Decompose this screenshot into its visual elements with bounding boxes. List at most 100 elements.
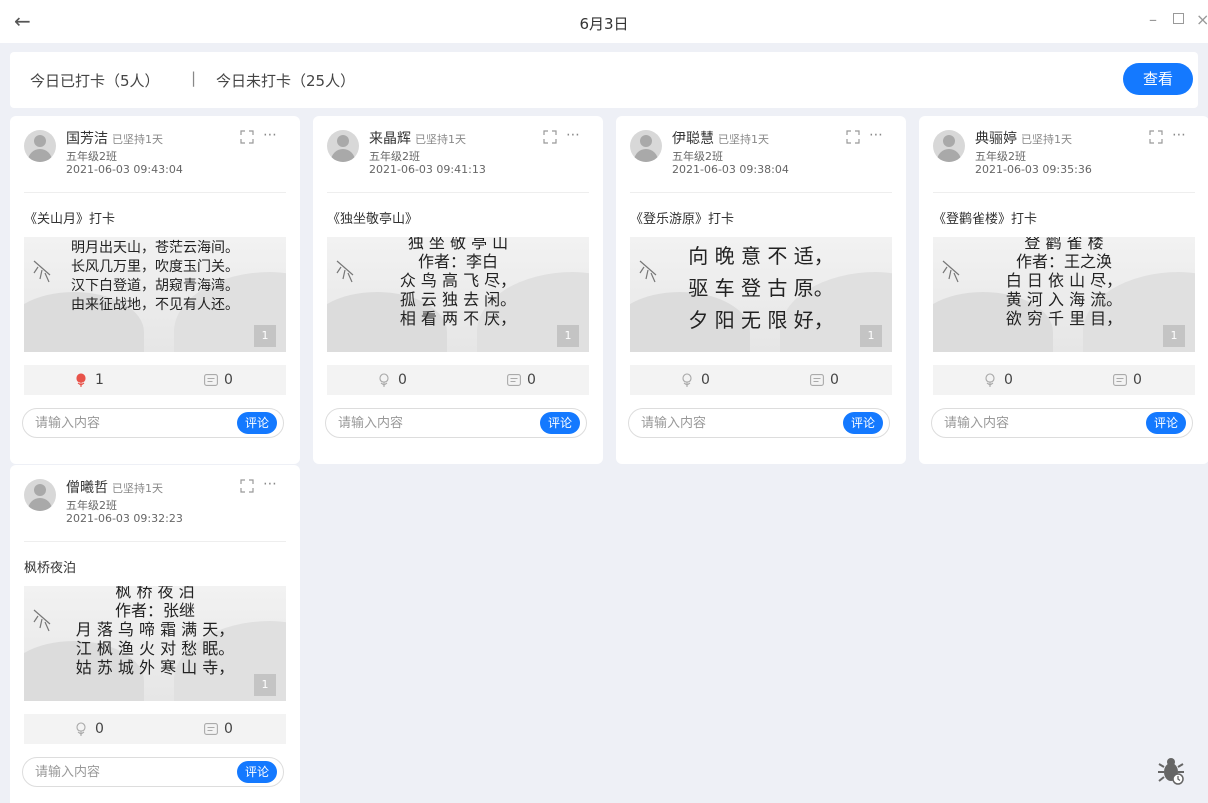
more-icon[interactable]: ⋯ [566,127,581,143]
poem-text: 明月出天山，苍茫云海间。 长风几万里，吹度玉门关。 汉下白登道，胡窥青海湾。 由来征战… [24,239,286,315]
class-label: 五年级2班 [672,150,723,163]
avatar[interactable] [327,130,359,162]
comment-count: 0 [224,372,233,388]
like-count: 1 [95,372,104,388]
expand-icon[interactable] [240,130,254,144]
more-icon[interactable]: ⋯ [263,476,278,492]
poem-text: 登 鹳 雀 楼作者：王之涣白 日 依 山 尽，黄 河 入 海 流。欲 穷 千 里… [933,237,1195,328]
avatar[interactable] [24,130,56,162]
comment-input[interactable] [641,414,831,432]
flower-like-icon[interactable] [74,721,88,737]
checkin-card: 伊聪慧 已坚持1天 五年级2班 2021-06-03 09:38:04 ⋯ 《登乐… [616,116,906,464]
flower-like-icon[interactable] [74,372,88,388]
poem-image[interactable]: 向 晚 意 不 适， 驱 车 登 古 原。夕 阳 无 限 好， 1 [630,237,892,352]
checked-in-count-tab[interactable]: 今日已打卡（5人） [30,70,160,91]
image-count-badge: 1 [1163,325,1185,347]
poem-line: 姑 苏 城 外 寒 山 寺， [75,658,235,677]
reaction-bar: 0 0 [933,365,1195,395]
checkin-card: 典骊婷 已坚持1天 五年级2班 2021-06-03 09:35:36 ⋯ 《登鹳… [919,116,1208,464]
streak-label: 已坚持1天 [112,133,163,146]
more-icon[interactable]: ⋯ [263,127,278,143]
student-name[interactable]: 僧曦哲 [66,480,108,496]
flower-like-icon[interactable] [983,372,997,388]
poem-image[interactable]: 枫 桥 夜 泊作者：张继月 落 乌 啼 霜 满 天，江 枫 渔 火 对 愁 眠。… [24,586,286,701]
divider [24,192,286,193]
student-name[interactable]: 国芳洁 [66,131,108,147]
view-button[interactable]: 查看 [1123,63,1193,95]
comment-input[interactable] [338,414,528,432]
checkin-card: 来晶辉 已坚持1天 五年级2班 2021-06-03 09:41:13 ⋯ 《独坐… [313,116,603,464]
comment-box: 评论 [931,408,1193,438]
streak-label: 已坚持1天 [112,482,163,495]
avatar[interactable] [933,130,965,162]
poem-image[interactable]: 独 坐 敬 亭 山作者：李白众 鸟 高 飞 尽，孤 云 独 去 闲。相 看 两 … [327,237,589,352]
minimize-icon[interactable]: – [1149,10,1157,30]
poem-line: 枫 桥 夜 泊 [115,586,195,601]
bug-icon[interactable] [1156,755,1186,785]
checkin-time: 2021-06-03 09:43:04 [66,163,183,176]
divider [24,541,286,542]
flower-like-icon[interactable] [680,372,694,388]
comment-box: 评论 [22,757,284,787]
work-title: 《关山月》打卡 [24,212,116,227]
comment-icon[interactable] [204,723,218,735]
comment-icon[interactable] [810,374,824,386]
expand-icon[interactable] [240,479,254,493]
like-count: 0 [701,372,710,388]
checkin-time: 2021-06-03 09:32:23 [66,512,183,525]
comment-button[interactable]: 评论 [237,412,277,434]
comment-button[interactable]: 评论 [540,412,580,434]
like-count: 0 [1004,372,1013,388]
poem-line: 驱 车 登 古 原。 [688,276,834,300]
image-count-badge: 1 [557,325,579,347]
checkin-summary-bar: 今日已打卡（5人） | 今日未打卡（25人） 查看 [10,52,1198,108]
divider [933,192,1195,193]
like-count: 0 [95,721,104,737]
comment-count: 0 [1133,372,1142,388]
avatar[interactable] [630,130,662,162]
comment-box: 评论 [628,408,890,438]
comment-icon[interactable] [204,374,218,386]
maximize-icon[interactable] [1173,9,1184,29]
expand-icon[interactable] [846,130,860,144]
comment-box: 评论 [325,408,587,438]
student-name[interactable]: 典骊婷 [975,131,1017,147]
streak-label: 已坚持1天 [415,133,466,146]
more-icon[interactable]: ⋯ [1172,127,1187,143]
poem-line: 相 看 两 不 厌， [399,309,517,328]
class-label: 五年级2班 [66,499,117,512]
close-icon[interactable]: × [1196,10,1208,30]
image-count-badge: 1 [860,325,882,347]
poem-line: 明月出天山，苍茫云海间。 [71,240,239,256]
comment-button[interactable]: 评论 [843,412,883,434]
avatar[interactable] [24,479,56,511]
comment-button[interactable]: 评论 [1146,412,1186,434]
poem-line: 月 落 乌 啼 霜 满 天， [75,620,235,639]
poem-line: 众 鸟 高 飞 尽， [399,271,517,290]
poem-line: 作者：李白 [417,252,498,271]
comment-input[interactable] [944,414,1134,432]
comment-input[interactable] [35,763,225,781]
student-name[interactable]: 来晶辉 [369,131,411,147]
comment-icon[interactable] [507,374,521,386]
expand-icon[interactable] [543,130,557,144]
more-icon[interactable]: ⋯ [869,127,884,143]
image-count-badge: 1 [254,325,276,347]
divider [630,192,892,193]
poem-line: 汉下白登道，胡窥青海湾。 [71,278,239,294]
flower-like-icon[interactable] [377,372,391,388]
student-name[interactable]: 伊聪慧 [672,131,714,147]
poem-image[interactable]: 登 鹳 雀 楼作者：王之涣白 日 依 山 尽，黄 河 入 海 流。欲 穷 千 里… [933,237,1195,352]
comment-icon[interactable] [1113,374,1127,386]
work-title: 《独坐敬亭山》 [327,212,419,227]
comment-button[interactable]: 评论 [237,761,277,783]
not-checked-in-count-tab[interactable]: 今日未打卡（25人） [216,70,355,91]
poem-text: 枫 桥 夜 泊作者：张继月 落 乌 啼 霜 满 天，江 枫 渔 火 对 愁 眠。… [24,586,286,677]
poem-image[interactable]: 明月出天山，苍茫云海间。 长风几万里，吹度玉门关。 汉下白登道，胡窥青海湾。 由来征战… [24,237,286,352]
comment-input[interactable] [35,414,225,432]
work-title: 枫桥夜泊 [24,561,77,576]
poem-line: 欲 穷 千 里 目， [1005,309,1123,328]
checkin-card: 国芳洁 已坚持1天 五年级2班 2021-06-03 09:43:04 ⋯ 《关山… [10,116,300,464]
expand-icon[interactable] [1149,130,1163,144]
work-title: 《登乐游原》打卡 [630,212,735,227]
